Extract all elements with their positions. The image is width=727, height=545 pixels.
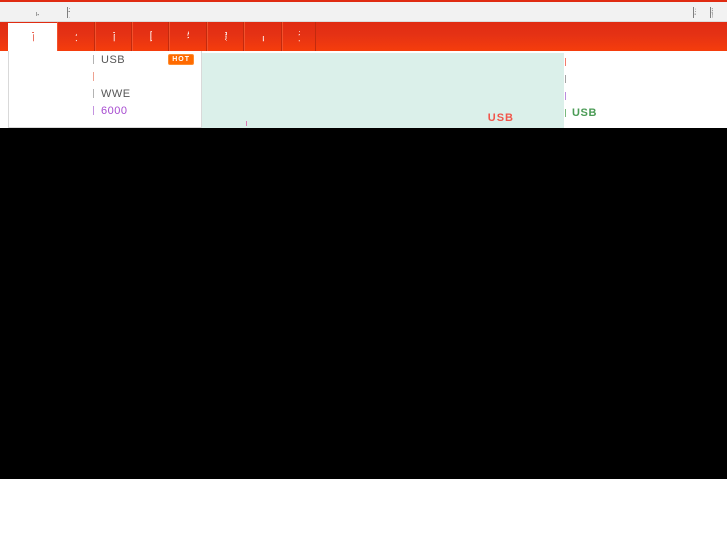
tab-category-4[interactable]: 特价: [169, 22, 207, 51]
tab-home-label: 首页: [32, 30, 34, 44]
tab-category-1[interactable]: 分类: [57, 22, 95, 51]
bullet-icon: [565, 91, 569, 100]
mobile-site-link[interactable]: 手机版: [693, 6, 696, 18]
tab-category-6[interactable]: 品牌: [244, 22, 282, 51]
topbar-right-group: 手机版 帮助: [693, 2, 713, 22]
tab-category-1-label: 分类: [75, 30, 77, 44]
page-bottom-fill: [0, 479, 727, 545]
category-row-6000[interactable]: 6000: [9, 102, 201, 119]
rail-item-2[interactable]: [564, 70, 719, 87]
category-row-usb[interactable]: USB HOT: [9, 51, 201, 68]
tab-category-5-label: 新品: [225, 30, 227, 44]
status-badge: HOT: [168, 54, 194, 65]
rail-item-4-label: USB: [572, 106, 598, 119]
top-utility-bar: 欢迎 请登录 手机版 帮助: [0, 0, 727, 22]
tab-category-3-label: 团购: [150, 30, 152, 44]
tab-category-5[interactable]: 新品: [207, 22, 244, 51]
rail-item-4[interactable]: USB: [564, 104, 719, 121]
bullet-icon: [93, 72, 97, 81]
side-rail-panel: USB: [564, 53, 719, 128]
welcome-text: 欢迎: [36, 12, 39, 16]
bullet-icon: [93, 55, 97, 64]
tab-category-3[interactable]: 团购: [132, 22, 169, 51]
tab-category-2[interactable]: 商城: [95, 22, 132, 51]
category-row-6000-label: 6000: [101, 104, 128, 117]
tab-category-7[interactable]: 资讯: [282, 22, 316, 51]
promo-marker-icon: [246, 121, 249, 126]
page-body-area: [0, 128, 727, 479]
bullet-icon: [565, 57, 569, 66]
category-row-wwe-label: WWE: [101, 87, 131, 100]
bullet-icon: [565, 74, 569, 83]
tab-home[interactable]: 首页: [8, 23, 57, 51]
category-row-wwe[interactable]: WWE: [9, 85, 201, 102]
category-row-blank[interactable]: [9, 68, 201, 85]
tab-category-7-label: 资讯: [298, 30, 300, 44]
tab-category-4-label: 特价: [187, 30, 189, 44]
login-link[interactable]: 请登录: [67, 6, 70, 18]
nav-tab-list: 首页 分类 商城 团购 特价 新品 品牌 资讯: [8, 22, 316, 51]
tab-category-2-label: 商城: [113, 30, 115, 44]
main-navigation-bar: 首页 分类 商城 团购 特价 新品 品牌 资讯: [0, 22, 727, 51]
content-row: USB HOT WWE 6000 USB USB: [0, 51, 727, 128]
promo-banner-label: USB: [487, 112, 514, 124]
tab-category-6-label: 品牌: [262, 30, 264, 44]
category-row-usb-label: USB: [101, 53, 126, 66]
category-menu-panel: USB HOT WWE 6000: [8, 51, 202, 128]
promo-banner[interactable]: USB: [202, 53, 564, 128]
help-link[interactable]: 帮助: [710, 6, 713, 18]
bullet-icon: [93, 106, 97, 115]
rail-item-3[interactable]: [564, 87, 719, 104]
bullet-icon: [565, 108, 569, 117]
topbar-left-group: 欢迎 请登录: [36, 2, 70, 22]
bullet-icon: [93, 89, 97, 98]
rail-item-1[interactable]: [564, 53, 719, 70]
